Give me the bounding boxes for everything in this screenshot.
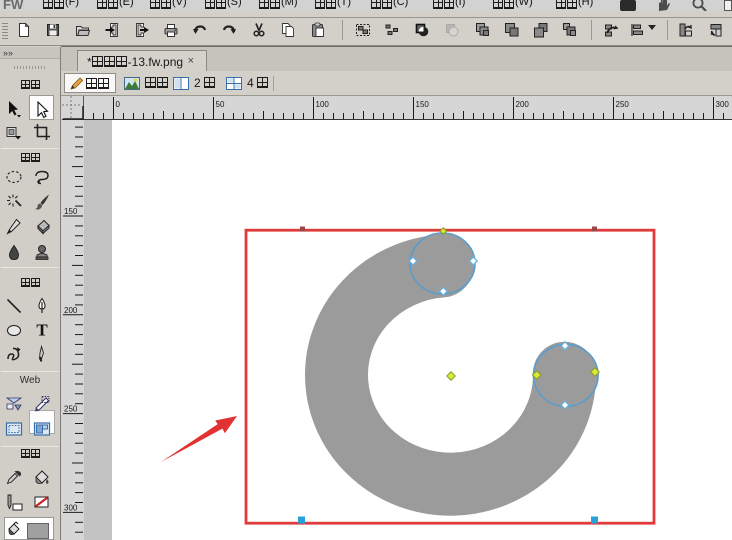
svg-text:300: 300 (64, 503, 78, 512)
svg-text:150: 150 (416, 100, 430, 109)
svg-text:200: 200 (64, 306, 78, 315)
svg-text:250: 250 (64, 405, 78, 414)
svg-text:150: 150 (64, 207, 78, 216)
svg-text:50: 50 (216, 100, 225, 109)
svg-text:250: 250 (616, 100, 630, 109)
svg-text:0: 0 (116, 100, 121, 109)
svg-text:100: 100 (316, 100, 330, 109)
svg-text:200: 200 (516, 100, 530, 109)
svg-text:300: 300 (716, 100, 730, 109)
svg-text:T: T (36, 321, 48, 339)
